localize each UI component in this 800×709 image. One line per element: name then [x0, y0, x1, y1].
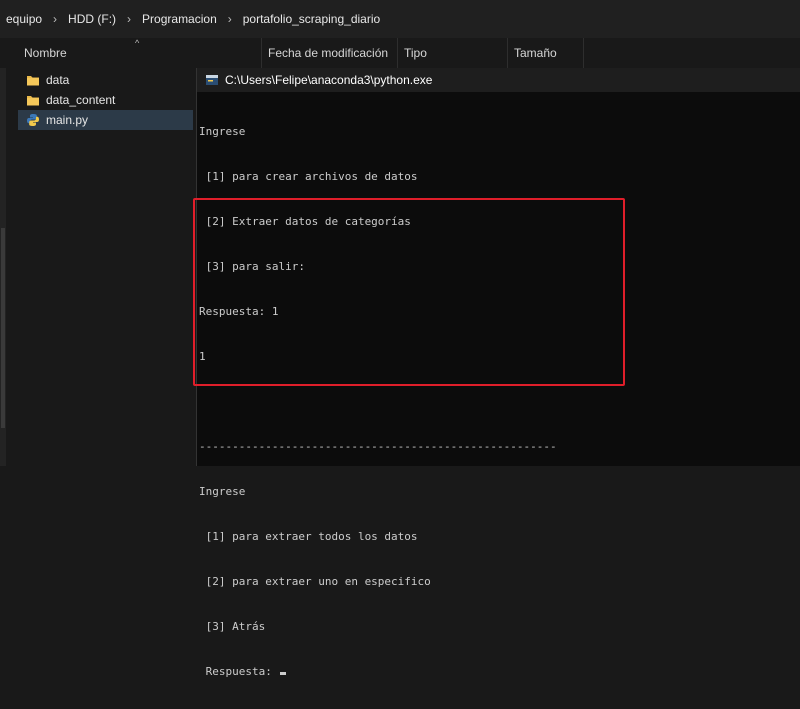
console-line: [3] Atrás: [199, 620, 266, 633]
chevron-right-icon[interactable]: ›: [118, 12, 140, 26]
console-title: C:\Users\Felipe\anaconda3\python.exe: [225, 73, 433, 87]
column-header-modified[interactable]: Fecha de modificación: [262, 38, 398, 68]
folder-icon: [27, 96, 39, 106]
breadcrumb-item-current-folder[interactable]: portafolio_scraping_diario: [241, 12, 382, 26]
breadcrumb-item-equipo[interactable]: equipo: [4, 12, 44, 26]
console-line: [1] para crear archivos de datos: [199, 170, 418, 183]
folder-icon: [27, 76, 39, 86]
console-output[interactable]: Ingrese [1] para crear archivos de datos…: [199, 94, 799, 709]
column-header-type[interactable]: Tipo: [398, 38, 508, 68]
text-cursor: [280, 672, 287, 675]
console-prompt-line[interactable]: Respuesta:: [199, 664, 799, 679]
file-name: data: [46, 73, 70, 87]
file-explorer-window: equipo › HDD (F:) › Programacion › porta…: [0, 0, 800, 678]
navigation-pane-scrollbar[interactable]: [0, 68, 6, 466]
console-window[interactable]: C:\Users\Felipe\anaconda3\python.exe Ing…: [196, 68, 800, 678]
column-header: ^ Nombre Fecha de modificación Tipo Tama…: [0, 38, 800, 68]
console-line: [2] para extraer uno en especifico: [199, 575, 431, 588]
python-file-icon: [27, 114, 39, 126]
chevron-right-icon[interactable]: ›: [44, 12, 66, 26]
chevron-right-icon[interactable]: ›: [219, 12, 241, 26]
console-prompt: Respuesta:: [199, 665, 279, 678]
console-line: [1] para extraer todos los datos: [199, 530, 418, 543]
console-line: ----------------------------------------…: [199, 440, 557, 453]
console-line: [3] para salir:: [199, 260, 305, 273]
breadcrumb[interactable]: equipo › HDD (F:) › Programacion › porta…: [0, 0, 800, 39]
column-header-name[interactable]: Nombre: [18, 38, 262, 68]
file-name: main.py: [46, 113, 89, 127]
console-line: Ingrese: [199, 485, 246, 498]
python-exe-icon: [206, 75, 218, 85]
console-line: Respuesta: 1: [199, 305, 279, 318]
list-item[interactable]: main.py: [18, 110, 193, 130]
console-line: [2] Extraer datos de categorías: [199, 215, 411, 228]
breadcrumb-item-drive[interactable]: HDD (F:): [66, 12, 118, 26]
file-name: data_content: [46, 93, 116, 107]
console-line: 1: [199, 350, 206, 363]
console-line: Ingrese: [199, 125, 246, 138]
scrollbar-thumb[interactable]: [1, 228, 5, 428]
console-titlebar[interactable]: C:\Users\Felipe\anaconda3\python.exe: [197, 68, 800, 92]
breadcrumb-item-programacion[interactable]: Programacion: [140, 12, 219, 26]
column-header-size[interactable]: Tamaño: [508, 38, 584, 68]
